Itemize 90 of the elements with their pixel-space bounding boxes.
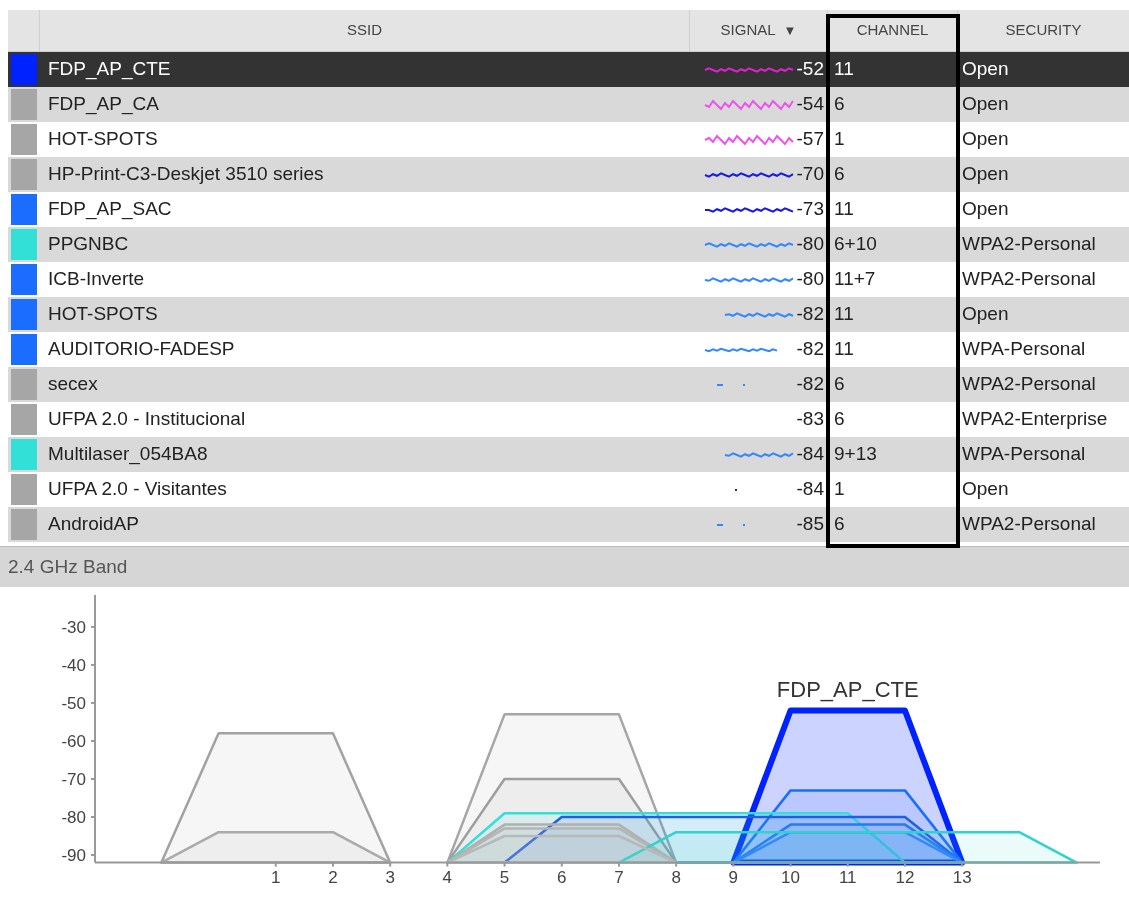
ssid-cell-text: UFPA 2.0 - Institucional <box>48 407 246 432</box>
network-row[interactable]: HP-Print-C3-Deskjet 3510 series -70 6 Open <box>8 157 1129 192</box>
signal-cell-text: -82 <box>796 337 824 362</box>
x-tick-label: 2 <box>328 867 338 887</box>
channel-cell-text: 11 <box>834 197 854 222</box>
y-tick-label: -50 <box>61 693 86 713</box>
signal-cell-text: -82 <box>796 302 824 327</box>
y-tick-label: -90 <box>61 846 86 865</box>
network-row[interactable]: FDP_AP_CTE -52 11 Open <box>8 52 1129 87</box>
network-row[interactable]: Multilaser_054BA8 -84 9+13 WPA-Personal <box>8 437 1129 472</box>
signal-cell-text: -80 <box>796 267 824 292</box>
security-cell-text: WPA-Personal <box>962 442 1086 467</box>
y-tick-label: -30 <box>61 617 86 637</box>
x-tick-label: 3 <box>385 867 395 887</box>
ssid-cell-text: FDP_AP_CTE <box>48 57 171 82</box>
x-tick-label: 13 <box>952 867 972 887</box>
security-cell-text: WPA2-Personal <box>962 372 1096 397</box>
network-row[interactable]: FDP_AP_CA -54 6 Open <box>8 87 1129 122</box>
channel-cell-text: 1 <box>834 127 845 152</box>
ssid-cell-text: Multilaser_054BA8 <box>48 442 208 467</box>
channel-cell-text: 1 <box>834 477 845 502</box>
channel-cell-text: 6 <box>834 162 845 187</box>
security-cell-text: Open <box>962 162 1009 187</box>
x-tick-label: 9 <box>728 867 739 887</box>
x-tick-label: 1 <box>271 867 281 887</box>
ssid-cell-text: ICB-Inverte <box>48 267 145 292</box>
y-tick-label: -70 <box>61 769 86 789</box>
ssid-cell-text: UFPA 2.0 - Visitantes <box>48 477 227 502</box>
security-cell-text: WPA2-Personal <box>962 232 1096 257</box>
channel-cell-text: 6 <box>834 92 845 117</box>
x-tick-label: 4 <box>442 867 453 887</box>
signal-cell-text: -85 <box>796 512 824 537</box>
signal-cell-text: -84 <box>796 477 824 502</box>
ssid-cell-text: HOT-SPOTS <box>48 302 158 327</box>
security-cell-text: WPA-Personal <box>962 337 1086 362</box>
y-tick-label: -40 <box>61 655 86 675</box>
channel-cell-text: 6 <box>834 407 845 432</box>
y-tick-label: -80 <box>61 808 86 827</box>
column-header[interactable]: SSID <box>40 10 690 51</box>
ssid-cell-text: FDP_AP_SAC <box>48 197 172 222</box>
security-cell-text: Open <box>962 57 1009 82</box>
ssid-cell-text: secex <box>48 372 98 397</box>
security-cell-text: Open <box>962 197 1009 222</box>
security-cell-text: WPA2-Enterprise <box>962 407 1108 432</box>
network-label: FDP_AP_CTE <box>776 676 919 702</box>
signal-cell-text: -73 <box>796 197 824 222</box>
channel-cell-text: 6 <box>834 512 845 537</box>
channel-cell-text: 6+10 <box>834 232 877 257</box>
security-cell-text: WPA2-Personal <box>962 267 1096 292</box>
column-header[interactable]: SECURITY <box>958 10 1129 51</box>
channel-cell-text: 6 <box>834 372 845 397</box>
ssid-cell-text: HP-Print-C3-Deskjet 3510 series <box>48 162 324 187</box>
ssid-cell-text: AUDITORIO-FADESP <box>48 337 235 362</box>
x-tick-label: 5 <box>499 867 510 887</box>
y-tick-label: -60 <box>61 731 86 751</box>
network-row[interactable]: secex -82 6 WPA2-Personal <box>8 367 1129 402</box>
security-cell-text: WPA2-Personal <box>962 512 1096 537</box>
ssid-cell-text: HOT-SPOTS <box>48 127 158 152</box>
x-tick-label: 8 <box>671 867 681 887</box>
x-tick-label: 7 <box>614 867 624 887</box>
signal-cell-text: -52 <box>796 57 824 82</box>
signal-cell-text: -83 <box>796 407 824 432</box>
signal-cell-text: -54 <box>796 92 824 117</box>
column-header[interactable]: SIGNAL ▼ <box>690 10 828 51</box>
network-row[interactable]: HOT-SPOTS -82 11 Open <box>8 297 1129 332</box>
x-tick-label: 11 <box>838 867 857 887</box>
x-tick-label: 12 <box>895 867 915 887</box>
x-tick-label: 10 <box>781 867 800 887</box>
signal-cell-text: -82 <box>796 372 824 397</box>
ssid-cell-text: PPGNBC <box>48 232 129 257</box>
band-title: 2.4 GHz Band <box>8 554 128 579</box>
channel-cell-text: 11 <box>834 302 854 327</box>
signal-cell-text: -80 <box>796 232 824 257</box>
ssid-cell-text: AndroidAP <box>48 512 139 537</box>
network-row[interactable]: AndroidAP -85 6 WPA2-Personal <box>8 507 1129 542</box>
channel-cell-text: 11+7 <box>834 267 876 292</box>
x-tick-label: 6 <box>557 867 567 887</box>
signal-cell-text: -70 <box>796 162 824 187</box>
signal-cell-text: -84 <box>796 442 824 467</box>
channel-cell-text: 11 <box>834 337 854 362</box>
security-cell-text: Open <box>962 477 1009 502</box>
security-cell-text: Open <box>962 127 1009 152</box>
security-cell-text: Open <box>962 302 1009 327</box>
ssid-cell-text: FDP_AP_CA <box>48 92 159 117</box>
sort-icon: ▼ <box>783 20 797 41</box>
signal-cell-text: -57 <box>796 127 824 152</box>
network-row[interactable]: PPGNBC -80 6+10 WPA2-Personal <box>8 227 1129 262</box>
channel-cell-text: 9+13 <box>834 442 877 467</box>
security-cell-text: Open <box>962 92 1009 117</box>
channel-cell-text: 11 <box>834 57 854 82</box>
